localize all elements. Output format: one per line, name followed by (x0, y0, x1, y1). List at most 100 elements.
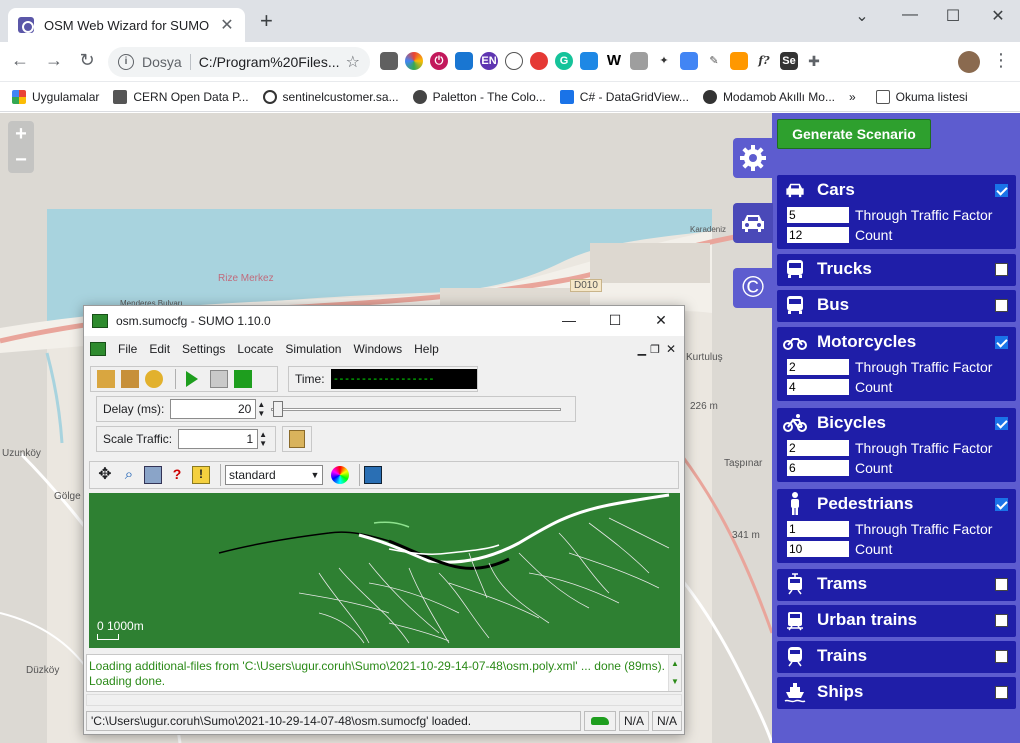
bookmark-apps[interactable]: Uygulamalar (12, 89, 99, 104)
mdi-close-icon[interactable]: ✕ (666, 342, 676, 356)
power-extension-icon[interactable]: ⏻ (430, 52, 448, 70)
copyright-tab[interactable]: © (733, 268, 773, 308)
color-wheel-icon[interactable] (331, 466, 349, 484)
camera-icon[interactable] (364, 466, 382, 484)
trains-checkbox[interactable] (995, 649, 1008, 663)
grammarly-extension-icon[interactable]: G (555, 52, 573, 70)
selenium-extension-icon[interactable]: Se (780, 52, 798, 70)
cars-count-input[interactable]: 12 (787, 227, 849, 243)
extension-icon[interactable] (380, 52, 398, 70)
bookmark-sentinel[interactable]: sentinelcustomer.sa... (262, 89, 399, 104)
mdi-minimize-icon[interactable]: ▁ (638, 343, 646, 356)
code-extension-icon[interactable] (505, 52, 523, 70)
open-folder-icon[interactable] (97, 370, 115, 388)
menu-settings[interactable]: Settings (182, 342, 225, 356)
delay-input[interactable]: 20 (170, 399, 257, 419)
log-horizontal-scrollbar[interactable] (86, 694, 682, 706)
recenter-icon[interactable]: ✥ (96, 466, 114, 484)
scale-traffic-input[interactable]: 1 (178, 429, 259, 449)
motorcycles-factor-input[interactable]: 2 (787, 359, 849, 375)
message-log[interactable]: Loading additional-files from 'C:\Users\… (86, 654, 682, 692)
zoom-in-button[interactable]: + (8, 121, 34, 147)
forward-icon[interactable]: → (42, 50, 66, 71)
generate-scenario-button[interactable]: Generate Scenario (777, 119, 931, 149)
bookmark-cern[interactable]: CERN Open Data P... (113, 89, 249, 104)
open-network-icon[interactable] (121, 370, 139, 388)
step-icon[interactable] (234, 370, 252, 388)
info-icon[interactable]: i (118, 54, 134, 70)
tab-close-icon[interactable]: ✕ (219, 15, 235, 35)
profile-avatar[interactable] (958, 51, 980, 73)
pedestrians-factor-input[interactable]: 1 (787, 521, 849, 537)
chevron-down-icon[interactable]: ⌄ (850, 6, 874, 26)
pin-extension-icon[interactable]: ✦ (655, 52, 673, 70)
zoom-icon[interactable]: ⌕ (120, 466, 138, 484)
locate-icon[interactable] (144, 466, 162, 484)
view-scheme-select[interactable]: standard ▼ (225, 465, 323, 485)
bookmark-paletton[interactable]: Paletton - The Colo... (412, 89, 546, 104)
sumo-close-icon[interactable]: ✕ (650, 312, 672, 329)
wikipedia-extension-icon[interactable]: W (605, 52, 623, 70)
formula-extension-icon[interactable]: f? (755, 52, 773, 70)
reload-sim-icon[interactable] (145, 370, 163, 388)
language-extension-icon[interactable]: EN (480, 52, 498, 70)
pedestrians-checkbox[interactable] (995, 497, 1008, 511)
menu-locate[interactable]: Locate (237, 342, 273, 356)
maximize-icon[interactable]: ☐ (941, 6, 965, 26)
back-icon[interactable]: ← (8, 50, 32, 71)
color-picker-extension-icon[interactable] (405, 52, 423, 70)
menu-edit[interactable]: Edit (149, 342, 170, 356)
stop-icon[interactable] (210, 370, 228, 388)
eyedropper-extension-icon[interactable]: ✎ (705, 52, 723, 70)
chevron-down-icon[interactable]: ▼ (308, 470, 322, 480)
settings-tab[interactable] (733, 138, 773, 178)
url-text[interactable]: C:/Program%20Files... (199, 54, 346, 70)
vehicles-tab[interactable] (733, 203, 773, 243)
browser-tab[interactable]: OSM Web Wizard for SUMO ✕ (8, 8, 245, 42)
new-tab-icon[interactable]: + (260, 10, 273, 32)
translate-extension-icon[interactable] (680, 52, 698, 70)
puzzle-extensions-icon[interactable]: ✚ (805, 52, 823, 70)
trams-checkbox[interactable] (995, 577, 1008, 591)
menu-file[interactable]: File (118, 342, 137, 356)
query-icon[interactable]: ? (168, 466, 186, 484)
scale-spinner[interactable]: ▲ ▼ (259, 430, 267, 448)
bicycles-checkbox[interactable] (995, 416, 1008, 430)
bookmark-modamob[interactable]: Modamob Akıllı Mo... (702, 89, 835, 104)
menu-help[interactable]: Help (414, 342, 439, 356)
reload-icon[interactable]: ↻ (75, 50, 99, 71)
motorcycles-checkbox[interactable] (995, 335, 1008, 349)
sumo-title-bar[interactable]: osm.sumocfg - SUMO 1.10.0 (84, 306, 684, 336)
bus-checkbox[interactable] (995, 298, 1008, 312)
bookmark-datagridview[interactable]: C# - DataGridView... (559, 89, 689, 104)
menu-simulation[interactable]: Simulation (285, 342, 341, 356)
delay-spinner[interactable]: ▲ ▼ (257, 400, 265, 418)
bookmarks-overflow[interactable]: » (849, 90, 856, 104)
address-bar[interactable]: i Dosya C:/Program%20Files... ☆ (108, 47, 370, 77)
sumo-minimize-icon[interactable]: — (558, 312, 580, 328)
mdi-restore-icon[interactable]: ❐ (650, 343, 660, 356)
browser-menu-icon[interactable]: ⋮ (992, 50, 1010, 71)
ships-checkbox[interactable] (995, 685, 1008, 699)
urban-trains-checkbox[interactable] (995, 613, 1008, 627)
graduation-extension-icon[interactable] (455, 52, 473, 70)
cars-checkbox[interactable] (995, 183, 1008, 197)
calendar-extension-icon[interactable] (580, 52, 598, 70)
slider-handle[interactable] (273, 401, 284, 417)
zoom-out-button[interactable]: − (8, 147, 34, 173)
reading-list[interactable]: Okuma listesi (875, 89, 968, 104)
copy-extension-icon[interactable] (630, 52, 648, 70)
pedestrians-count-input[interactable]: 10 (787, 541, 849, 557)
motorcycles-count-input[interactable]: 4 (787, 379, 849, 395)
adblock-extension-icon[interactable] (530, 52, 548, 70)
bicycles-factor-input[interactable]: 2 (787, 440, 849, 456)
bookmark-star-icon[interactable]: ☆ (346, 52, 360, 72)
delay-slider[interactable] (271, 399, 562, 419)
cars-factor-input[interactable]: 5 (787, 207, 849, 223)
trucks-checkbox[interactable] (995, 262, 1008, 276)
simulation-canvas[interactable]: 0 1000m (89, 493, 680, 648)
new-view-icon[interactable] (289, 430, 305, 448)
bicycles-count-input[interactable]: 6 (787, 460, 849, 476)
minimize-icon[interactable]: — (898, 6, 922, 24)
log-scrollbar[interactable]: ▲ ▼ (668, 655, 681, 691)
